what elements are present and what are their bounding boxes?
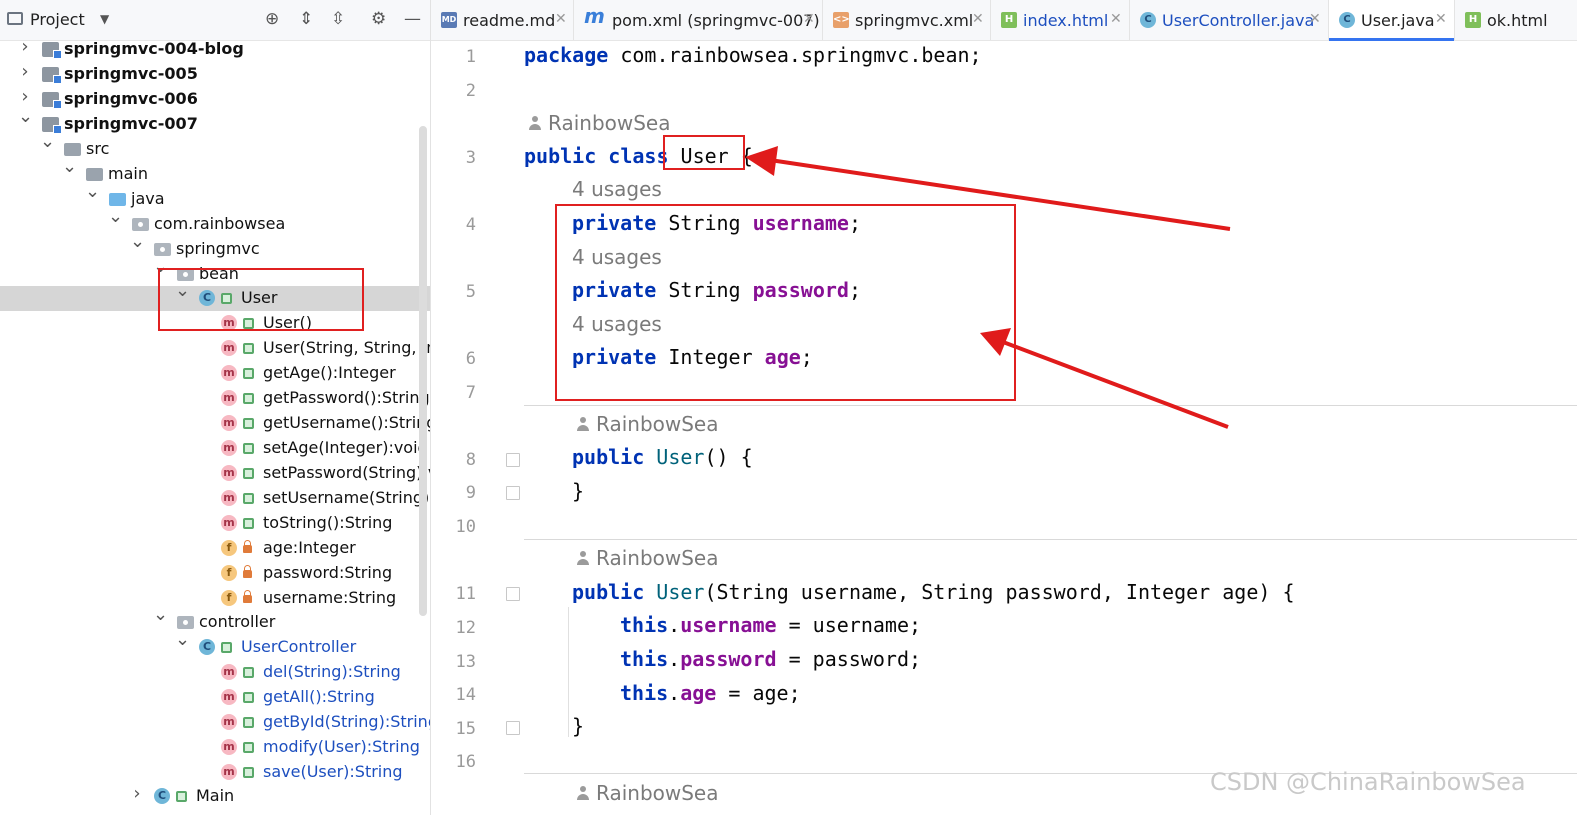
watermark: CSDN @ChinaRainbowSea — [1210, 768, 1526, 796]
arrow-line — [769, 158, 1231, 231]
annotation-arrows — [745, 146, 1231, 429]
arrow-head — [745, 146, 778, 176]
arrow-line — [1002, 340, 1229, 429]
